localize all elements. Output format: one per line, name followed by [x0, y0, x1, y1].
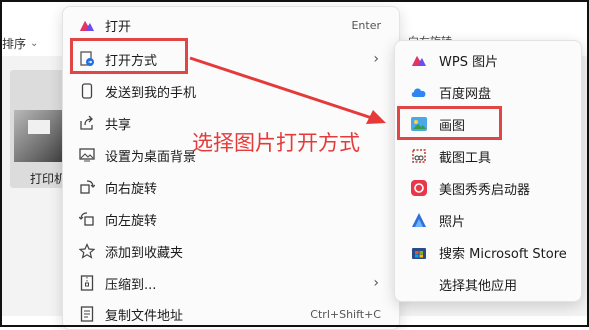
- paint-icon: [409, 114, 429, 134]
- menu-item-open-with[interactable]: 打开方式 ›: [75, 44, 391, 74]
- rotate-right-icon: [77, 177, 97, 197]
- open-icon: [77, 15, 97, 35]
- submenu-item-store[interactable]: 搜索 Microsoft Store: [403, 237, 577, 267]
- menu-item-add-favorites[interactable]: 添加到收藏夹: [75, 236, 391, 266]
- wallpaper-icon: [77, 145, 97, 165]
- photos-icon: [409, 210, 429, 230]
- menu-item-rotate-left[interactable]: 向左旋转: [75, 204, 391, 234]
- copy-path-icon: [77, 304, 97, 324]
- phone-icon: [77, 81, 97, 101]
- store-icon: [409, 242, 429, 262]
- file-name-label: 打印机: [30, 172, 67, 186]
- wps-icon: [409, 50, 429, 70]
- menu-item-rotate-right[interactable]: 向右旋转: [75, 172, 391, 202]
- open-with-icon: [77, 49, 97, 69]
- share-icon: [77, 113, 97, 133]
- submenu-item-paint[interactable]: 画图: [403, 109, 577, 139]
- rotate-left-icon: [77, 209, 97, 229]
- menu-item-open[interactable]: 打开 Enter: [75, 10, 391, 40]
- context-menu: 打开 Enter 打开方式 › 发送到我的手机 共享 设置为桌面背景 向右旋转: [62, 6, 400, 330]
- submenu-item-meitu[interactable]: 美图秀秀启动器: [403, 173, 577, 203]
- submenu-item-choose-other[interactable]: 选择其他应用: [403, 269, 577, 299]
- chevron-right-icon: ›: [373, 275, 379, 291]
- menu-item-send-to-phone[interactable]: 发送到我的手机: [75, 76, 391, 106]
- annotation-text: 选择图片打开方式: [192, 131, 360, 155]
- meitu-icon: [409, 178, 429, 198]
- menu-item-compress[interactable]: 压缩到... ›: [75, 268, 391, 298]
- submenu-item-photos[interactable]: 照片: [403, 205, 577, 235]
- submenu-item-baidu[interactable]: 百度网盘: [403, 77, 577, 107]
- sort-label: 排序: [2, 36, 27, 51]
- cloud-icon: [409, 82, 429, 102]
- laptop-photo-thumbnail: [14, 110, 68, 162]
- zip-icon: [77, 273, 97, 293]
- open-with-submenu: WPS 图片 百度网盘 画图 截图工具 美图秀秀启动器 照片 搜索 Micros…: [394, 40, 582, 302]
- star-icon: [77, 241, 97, 261]
- chevron-down-icon: ⌄: [30, 37, 39, 49]
- submenu-item-wps[interactable]: WPS 图片: [403, 45, 577, 75]
- menu-item-copy-path[interactable]: 复制文件地址 Ctrl+Shift+C: [75, 299, 391, 329]
- chevron-right-icon: ›: [373, 51, 379, 67]
- submenu-item-snipping[interactable]: 截图工具: [403, 141, 577, 171]
- snipping-icon: [409, 146, 429, 166]
